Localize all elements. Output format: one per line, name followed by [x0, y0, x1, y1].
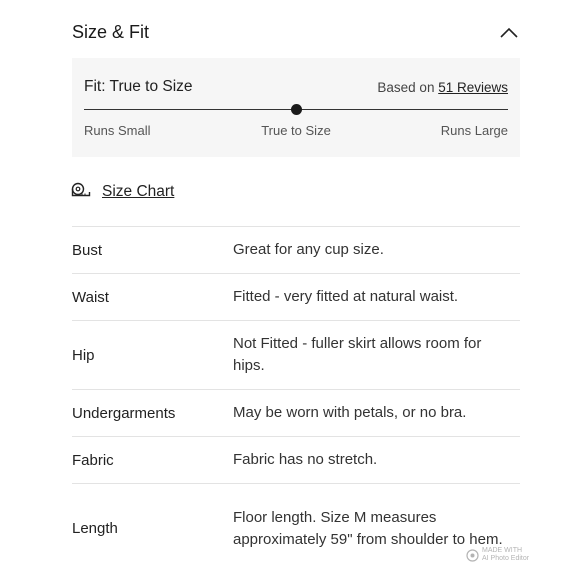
spec-value: May be worn with petals, or no bra.: [233, 404, 467, 421]
size-fit-header[interactable]: Size & Fit: [72, 20, 520, 46]
spec-name: Waist: [72, 288, 109, 306]
spec-row-length: Length Floor length. Size M measures app…: [72, 483, 520, 573]
fit-scale-label-true: True to Size: [261, 123, 331, 138]
reviews-link[interactable]: 51 Reviews: [438, 80, 508, 95]
reviews-summary: Based on 51 Reviews: [377, 80, 508, 95]
reviews-prefix: Based on: [377, 80, 435, 95]
watermark-logo: [466, 548, 479, 562]
spec-value: Fitted - very fitted at natural waist.: [233, 288, 459, 305]
fit-panel: Fit: True to Size Based on 51 Reviews Ru…: [72, 58, 520, 157]
spec-row-fabric: Fabric Fabric has no stretch.: [72, 436, 520, 483]
spec-name: Undergarments: [72, 404, 176, 422]
fit-label: Fit: True to Size: [84, 78, 193, 95]
spec-value: Great for any cup size.: [233, 241, 384, 258]
section-title: Size & Fit: [72, 22, 150, 42]
spec-name: Hip: [72, 346, 95, 364]
spec-row-waist: Waist Fitted - very fitted at natural wa…: [72, 273, 520, 320]
spec-value: Floor length. Size M measures approximat…: [233, 508, 503, 548]
fit-scale-label-large: Runs Large: [440, 123, 508, 138]
watermark-line1: MADE WITH: [482, 547, 523, 554]
watermark: MADE WITH AI Photo Editor: [466, 547, 529, 563]
spec-name: Bust: [72, 241, 103, 259]
spec-name: Length: [72, 520, 118, 537]
spec-value: Fabric has no stretch.: [233, 451, 378, 468]
spec-name: Fabric: [72, 451, 114, 469]
fit-scale-label-small: Runs Small: [84, 123, 151, 138]
spec-row-bust: Bust Great for any cup size.: [72, 226, 520, 273]
measuring-tape-icon: [71, 182, 102, 203]
spec-row-undergarments: Undergarments May be worn with petals, o…: [72, 389, 520, 436]
size-chart-label: Size Chart: [102, 183, 175, 200]
chevron-up-icon[interactable]: [498, 22, 520, 44]
spec-row-hip: Hip Not Fitted - fuller skirt allows roo…: [72, 320, 520, 389]
size-chart-link[interactable]: Size Chart: [71, 181, 174, 203]
watermark-line2: AI Photo Editor: [482, 555, 530, 562]
fit-scale-marker: [290, 104, 302, 115]
spec-table: Bust Great for any cup size. Waist Fitte…: [72, 226, 520, 573]
spec-value: Not Fitted - fuller skirt allows room fo…: [233, 335, 482, 374]
